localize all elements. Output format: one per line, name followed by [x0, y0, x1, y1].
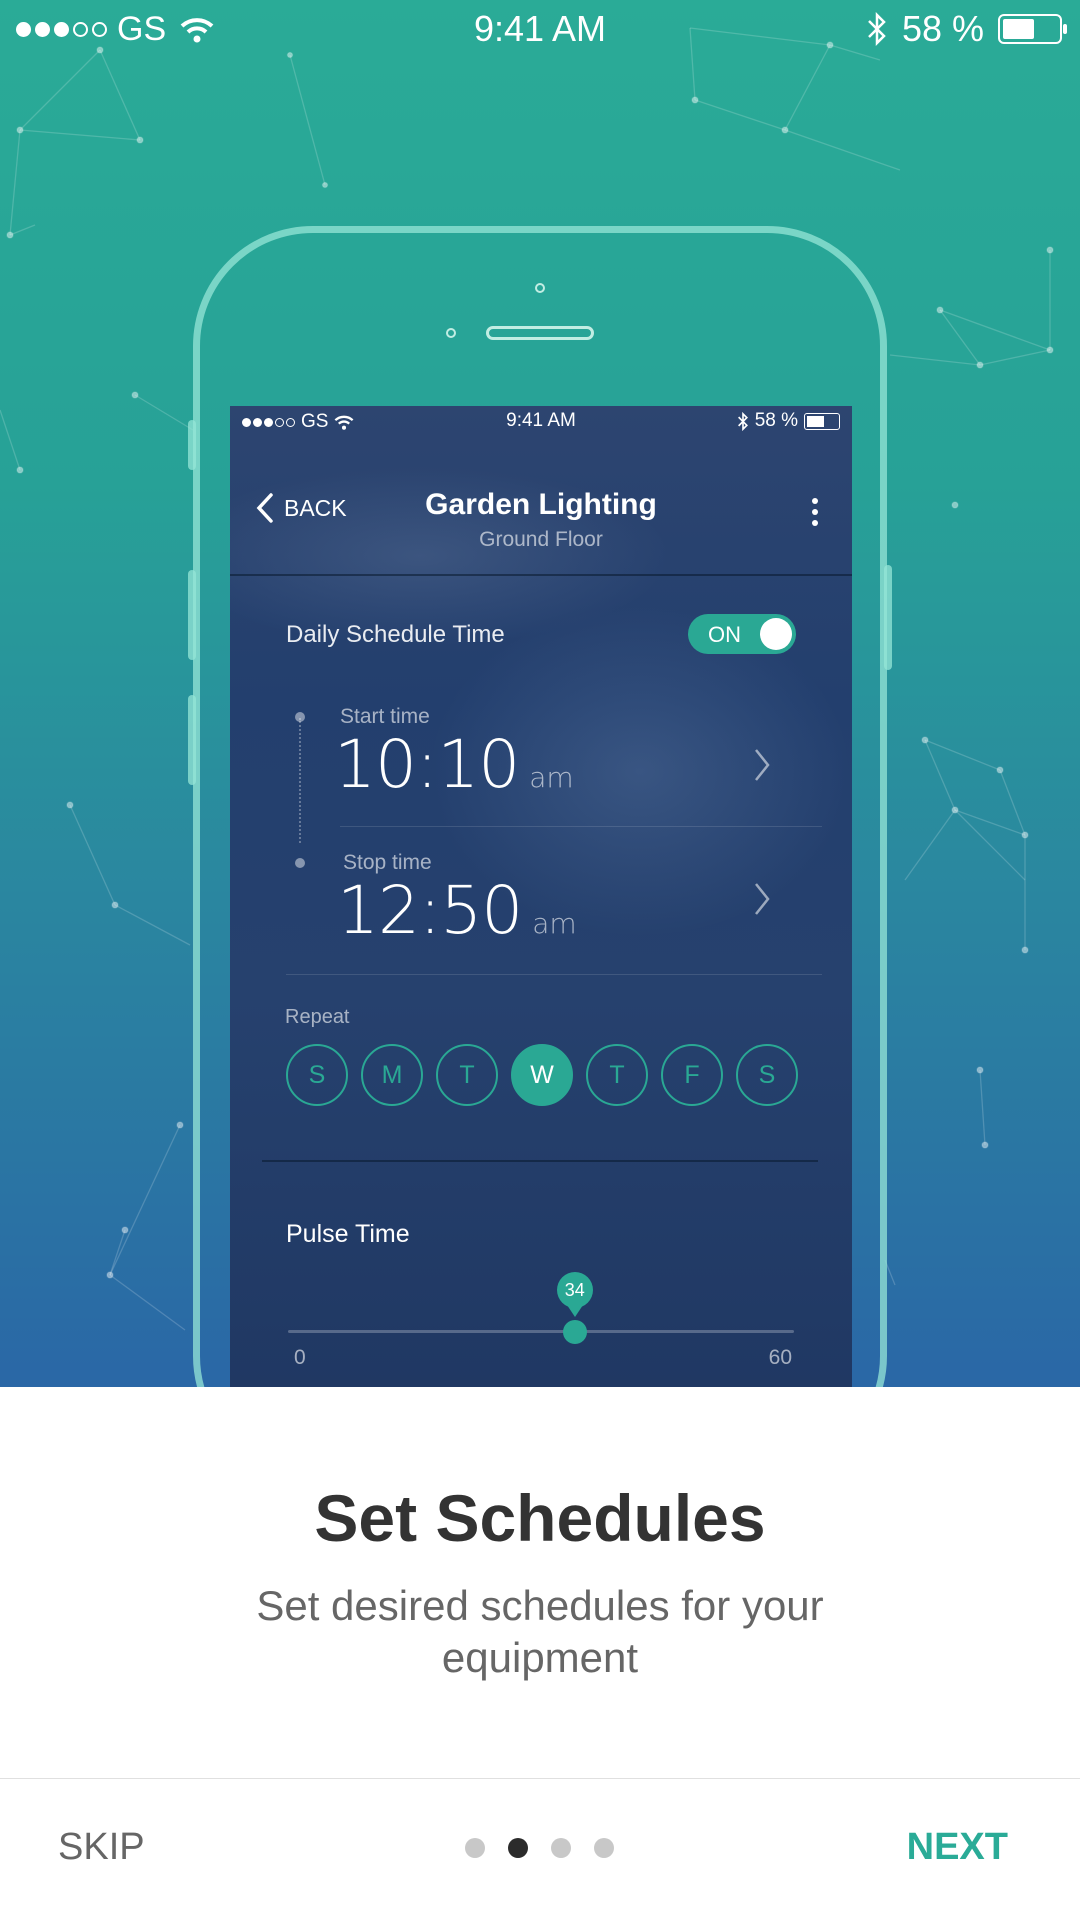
repeat-day-button[interactable]: F: [661, 1044, 723, 1106]
pulse-min-label: 0: [294, 1346, 306, 1369]
timeline-line: [299, 718, 301, 843]
chevron-right-icon[interactable]: [754, 882, 770, 916]
phone-camera: [535, 283, 545, 293]
status-right: 58 %: [866, 8, 1067, 50]
repeat-day-button[interactable]: W: [511, 1044, 573, 1106]
stop-time-meridiem: am: [532, 907, 577, 940]
device-screen: GS 9:41 AM 58 % BACK Garden Lighting Gro…: [230, 406, 852, 1387]
stop-time-row[interactable]: 12:50 am: [337, 872, 577, 949]
start-time-row[interactable]: 10:10 am: [334, 726, 574, 803]
page-dot[interactable]: [551, 1838, 571, 1858]
pulse-slider-track[interactable]: [288, 1330, 794, 1333]
stop-time-value: 12:50: [337, 872, 523, 949]
battery-icon: [998, 14, 1067, 44]
next-button[interactable]: NEXT: [907, 1826, 1008, 1869]
page-dot[interactable]: [508, 1838, 528, 1858]
toggle-knob: [760, 618, 792, 650]
bluetooth-icon: [868, 12, 886, 46]
timeline-dot: [295, 858, 305, 868]
pulse-slider-thumb[interactable]: [562, 1320, 587, 1344]
screen-status-bar: GS 9:41 AM 58 %: [230, 406, 852, 438]
repeat-days: SMTWTFS: [286, 1044, 798, 1106]
phone-speaker: [486, 326, 594, 340]
daily-schedule-label: Daily Schedule Time: [286, 621, 505, 648]
page-dot[interactable]: [594, 1838, 614, 1858]
more-options-icon[interactable]: [812, 498, 820, 526]
repeat-day-button[interactable]: T: [586, 1044, 648, 1106]
chevron-right-icon[interactable]: [754, 748, 770, 782]
phone-side-button: [188, 570, 196, 660]
start-time-value: 10:10: [334, 726, 520, 803]
page-indicator: [465, 1838, 614, 1858]
divider: [340, 826, 822, 827]
section-separator: [262, 1160, 818, 1162]
page-dot[interactable]: [465, 1838, 485, 1858]
navigation-bar: BACK Garden Lighting Ground Floor: [230, 466, 852, 576]
toggle-label: ON: [708, 622, 741, 647]
battery-percent: 58 %: [901, 8, 984, 49]
onboarding-title: Set Schedules: [314, 1481, 766, 1555]
divider: [286, 974, 822, 975]
phone-sensor: [446, 328, 456, 338]
battery-icon: [804, 412, 840, 430]
phone-side-button: [884, 565, 892, 670]
phone-side-button: [188, 695, 196, 785]
status-bar: GS 9:41 AM 58 %: [0, 0, 1080, 60]
repeat-day-button[interactable]: M: [361, 1044, 423, 1106]
skip-button[interactable]: SKIP: [58, 1826, 145, 1869]
phone-side-button: [188, 420, 196, 470]
start-time-meridiem: am: [529, 761, 574, 794]
pulse-time-label: Pulse Time: [286, 1220, 410, 1248]
pulse-max-label: 60: [768, 1346, 792, 1369]
screen-battery-percent: 58 %: [754, 410, 798, 431]
repeat-label: Repeat: [285, 1006, 350, 1028]
screen-status-right: 58 %: [737, 410, 840, 432]
bluetooth-icon: [737, 411, 748, 431]
pulse-value-bubble: 34: [556, 1272, 593, 1317]
schedule-toggle[interactable]: ON: [688, 614, 796, 654]
screen-subtitle: Ground Floor: [479, 528, 603, 551]
onboarding-description: Set desired schedules for your equipment: [256, 1582, 824, 1681]
footer-divider: [0, 1778, 1080, 1779]
repeat-day-button[interactable]: T: [436, 1044, 498, 1106]
repeat-day-button[interactable]: S: [736, 1044, 798, 1106]
repeat-day-button[interactable]: S: [286, 1044, 348, 1106]
screen-title: Garden Lighting: [425, 488, 657, 521]
